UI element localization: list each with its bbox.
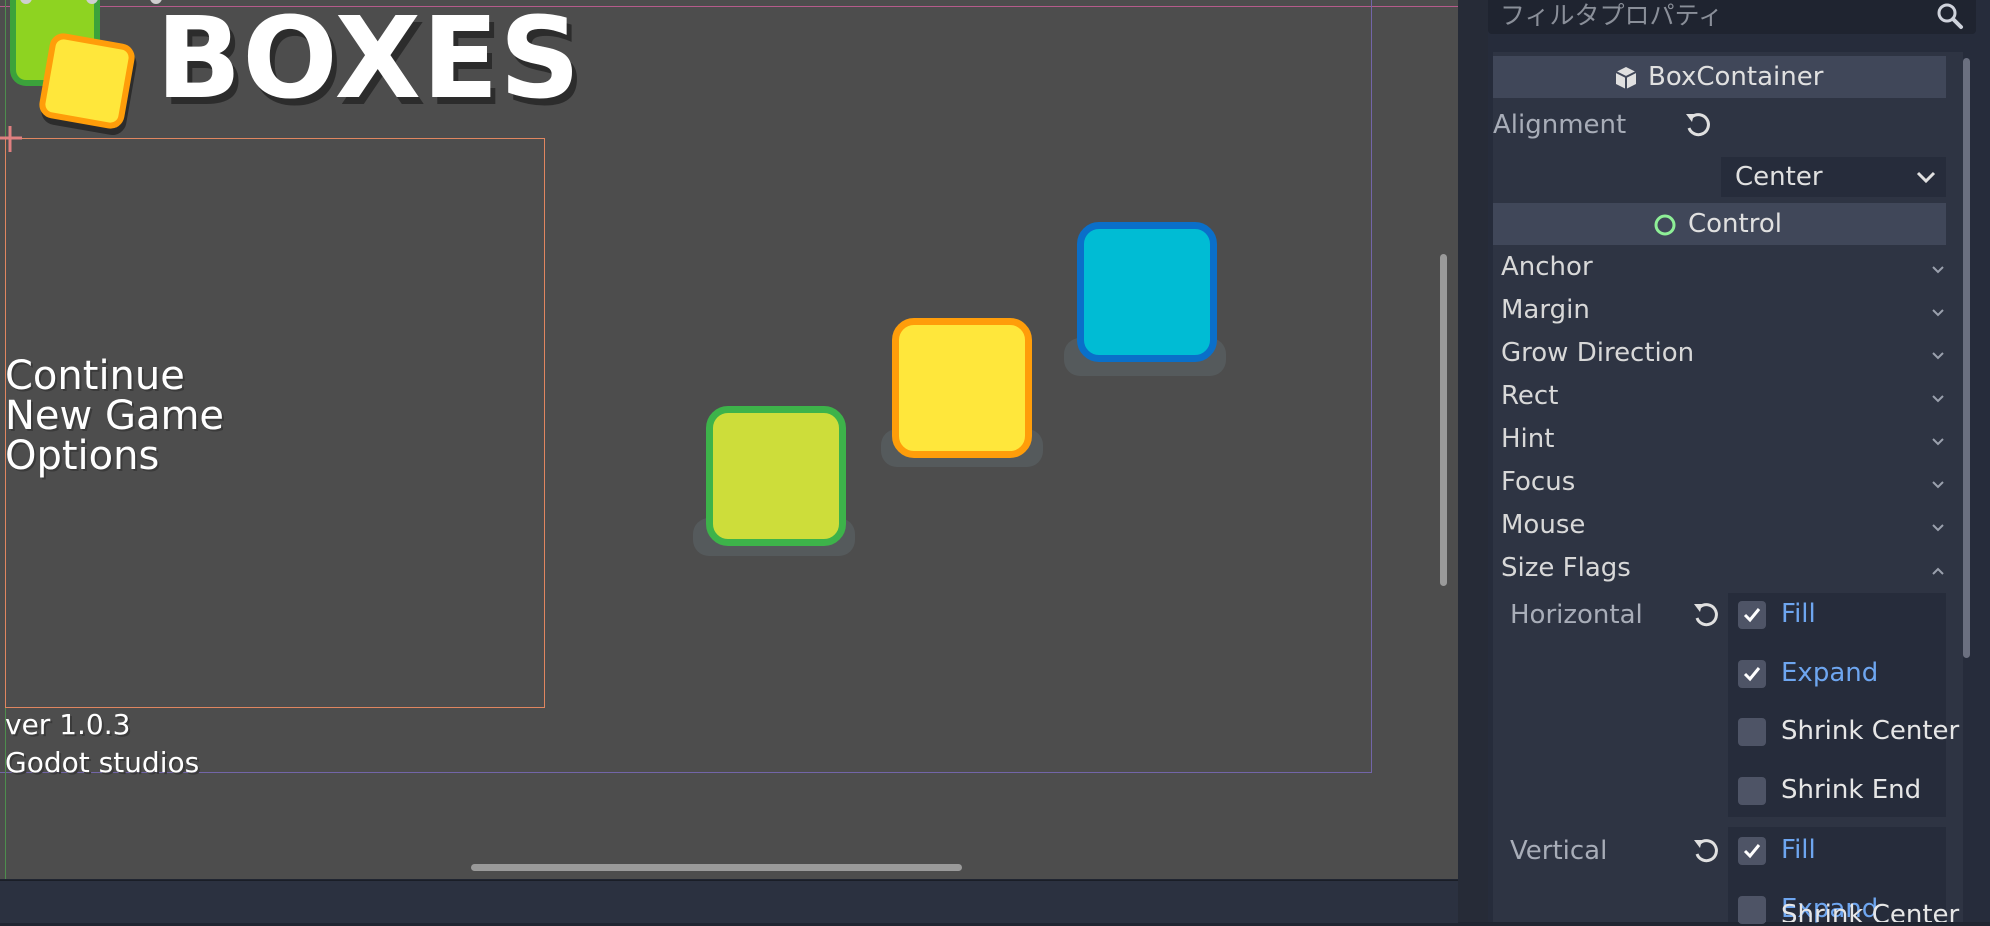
bottom-panel-bar bbox=[0, 880, 1458, 923]
group-grow-direction[interactable]: Grow Direction bbox=[1493, 336, 1946, 378]
viewport-handle-icons bbox=[20, 0, 162, 4]
filter-placeholder: フィルタプロパティ bbox=[1500, 1, 1724, 30]
chevron-down-icon bbox=[1932, 438, 1944, 446]
group-focus[interactable]: Focus bbox=[1493, 465, 1946, 507]
group-anchor[interactable]: Anchor bbox=[1493, 250, 1946, 292]
studio-name: Godot studios bbox=[5, 746, 200, 779]
section-box-container[interactable]: BoxContainer bbox=[1493, 56, 1946, 98]
group-hint[interactable]: Hint bbox=[1493, 422, 1946, 464]
v-shrink-center-label: Shrink Center bbox=[1781, 900, 1960, 922]
v-shrink-center-checkbox[interactable]: Shrink Center bbox=[1488, 896, 1978, 922]
logo-yellow-square bbox=[37, 31, 137, 131]
horizontal-flags-label: Horizontal bbox=[1510, 600, 1643, 630]
menu-item-new-game[interactable]: New Game bbox=[5, 396, 224, 436]
screen-right-guide bbox=[1371, 0, 1372, 773]
screen-bottom-guide bbox=[0, 772, 1372, 773]
group-hint-label: Hint bbox=[1501, 424, 1555, 454]
chevron-down-icon bbox=[1932, 395, 1944, 403]
green-box[interactable] bbox=[706, 406, 846, 546]
filter-properties-input[interactable]: フィルタプロパティ bbox=[1488, 0, 1976, 34]
inspector-vertical-scrollbar[interactable] bbox=[1963, 58, 1970, 658]
logo-title: BOXES bbox=[156, 0, 582, 124]
h-shrink-center-label: Shrink Center bbox=[1781, 716, 1960, 746]
section-control-title: Control bbox=[1688, 209, 1782, 239]
main-menu: Continue New Game Options bbox=[5, 356, 224, 476]
section-control[interactable]: Control bbox=[1493, 203, 1946, 245]
chevron-down-icon bbox=[1932, 352, 1944, 360]
alignment-label: Alignment bbox=[1493, 110, 1627, 140]
reset-vertical-icon[interactable] bbox=[1691, 836, 1721, 866]
viewport-vertical-scrollbar[interactable] bbox=[1440, 254, 1447, 586]
chevron-down-icon bbox=[1916, 171, 1936, 184]
yellow-box[interactable] bbox=[892, 318, 1032, 458]
vertical-flags-label: Vertical bbox=[1510, 836, 1608, 866]
reset-horizontal-icon[interactable] bbox=[1691, 600, 1721, 630]
group-anchor-label: Anchor bbox=[1501, 252, 1593, 282]
canvas-viewport[interactable]: BOXES Continue New Game Options ver 1.0.… bbox=[0, 0, 1458, 879]
h-shrink-end-label: Shrink End bbox=[1781, 775, 1922, 805]
menu-item-options[interactable]: Options bbox=[5, 436, 224, 476]
check-icon bbox=[1743, 667, 1761, 682]
group-mouse[interactable]: Mouse bbox=[1493, 508, 1946, 550]
group-size-flags-label: Size Flags bbox=[1501, 553, 1631, 583]
check-icon bbox=[1743, 608, 1761, 623]
group-margin[interactable]: Margin bbox=[1493, 293, 1946, 335]
group-focus-label: Focus bbox=[1501, 467, 1576, 497]
group-size-flags[interactable]: Size Flags bbox=[1493, 551, 1946, 593]
v-fill-label: Fill bbox=[1781, 835, 1816, 865]
alignment-value: Center bbox=[1735, 162, 1823, 192]
group-mouse-label: Mouse bbox=[1501, 510, 1586, 540]
alignment-dropdown[interactable]: Center bbox=[1721, 157, 1946, 197]
dock-splitter[interactable] bbox=[1458, 0, 1488, 922]
chevron-down-icon bbox=[1932, 266, 1944, 274]
version-info: ver 1.0.3 Godot studios bbox=[5, 706, 199, 782]
chevron-down-icon bbox=[1932, 309, 1944, 317]
group-rect[interactable]: Rect bbox=[1493, 379, 1946, 421]
h-expand-label: Expand bbox=[1781, 658, 1879, 688]
chevron-up-icon bbox=[1932, 567, 1944, 575]
viewport-horizontal-scrollbar[interactable] bbox=[471, 864, 962, 871]
chevron-down-icon bbox=[1932, 524, 1944, 532]
group-grow-direction-label: Grow Direction bbox=[1501, 338, 1695, 368]
search-icon[interactable] bbox=[1936, 2, 1964, 30]
version-number: ver 1.0.3 bbox=[5, 708, 131, 741]
h-fill-label: Fill bbox=[1781, 599, 1816, 629]
group-rect-label: Rect bbox=[1501, 381, 1559, 411]
chevron-down-icon bbox=[1932, 481, 1944, 489]
control-node-icon bbox=[1654, 214, 1676, 236]
section-box-container-title: BoxContainer bbox=[1648, 62, 1824, 92]
menu-item-continue[interactable]: Continue bbox=[5, 356, 224, 396]
property-list: BoxContainer Alignment Center Control An… bbox=[1493, 52, 1963, 924]
box-container-icon bbox=[1615, 67, 1637, 89]
cyan-box[interactable] bbox=[1077, 222, 1217, 362]
group-margin-label: Margin bbox=[1501, 295, 1590, 325]
pivot-crosshair-icon[interactable] bbox=[0, 126, 22, 152]
reset-alignment-icon[interactable] bbox=[1683, 110, 1713, 140]
check-icon bbox=[1743, 844, 1761, 859]
inspector-panel: フィルタプロパティ BoxContainer Alignment Center bbox=[1488, 0, 1990, 924]
